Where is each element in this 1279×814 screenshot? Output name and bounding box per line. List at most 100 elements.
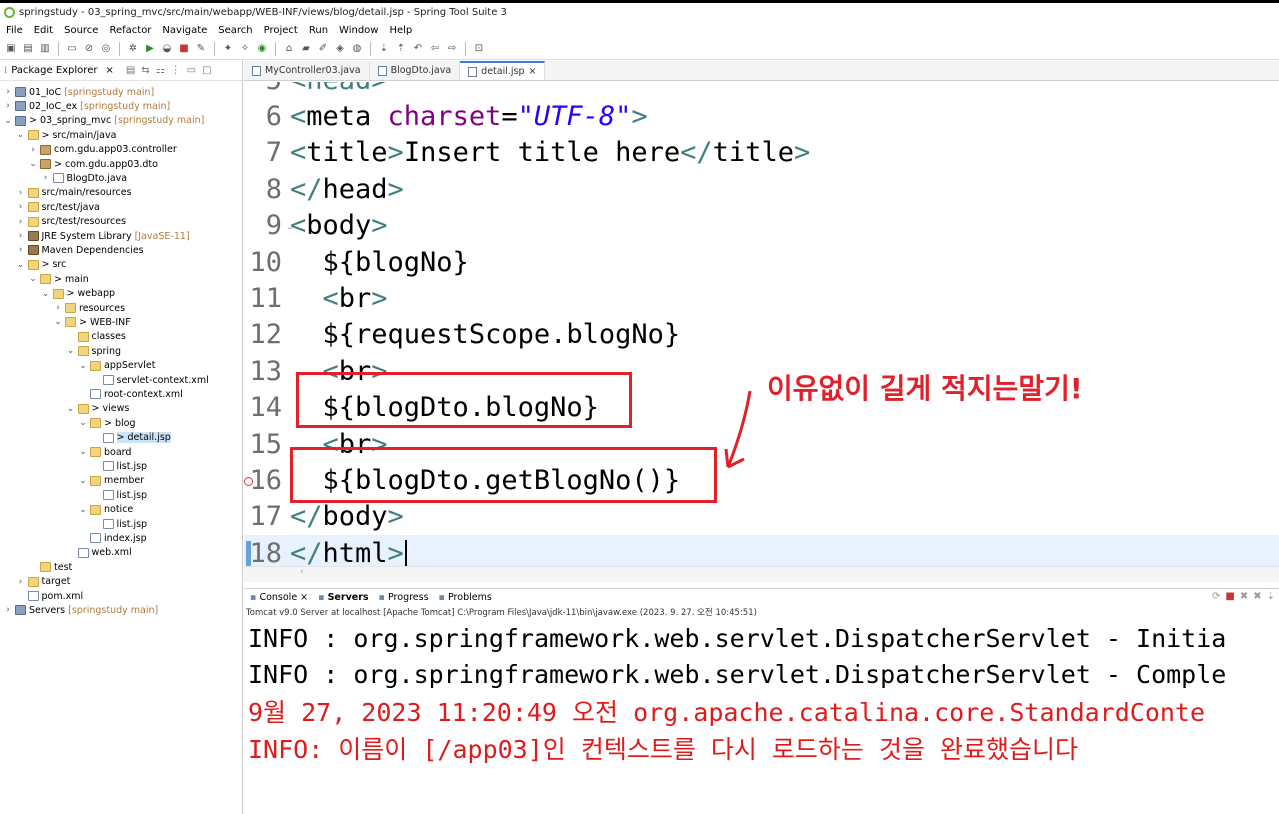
scroll-lock-icon[interactable]: ⇣ xyxy=(1267,591,1275,602)
menu-item-edit[interactable]: Edit xyxy=(34,25,53,36)
link-with-editor-icon[interactable]: ⇆ xyxy=(141,65,149,76)
terminal-icon[interactable]: ▭ xyxy=(65,42,79,56)
focus-icon[interactable]: ⚏ xyxy=(156,65,165,76)
tree-item[interactable]: ⌄ > com.gdu.app03.dto xyxy=(29,157,158,171)
tree-item[interactable]: ⌄ > WEB-INF xyxy=(54,315,130,329)
tree-item[interactable]: › src/main/resources xyxy=(17,186,132,200)
close-icon[interactable]: × xyxy=(105,65,113,76)
stop-icon[interactable]: ■ xyxy=(177,42,191,56)
skip-breakpoints-icon[interactable]: ⊘ xyxy=(82,42,96,56)
tree-item[interactable]: › com.gdu.app03.controller xyxy=(29,143,177,157)
collapsed-chevron-icon[interactable]: › xyxy=(17,231,25,241)
menu-item-file[interactable]: File xyxy=(6,25,23,36)
editor-horizontal-scrollbar[interactable]: ‹ xyxy=(244,566,1279,582)
expanded-chevron-icon[interactable]: ⌄ xyxy=(79,505,87,515)
tree-item[interactable]: ⌄ > main xyxy=(29,272,89,286)
expanded-chevron-icon[interactable]: ⌄ xyxy=(17,130,25,140)
save-all-icon[interactable]: ▥ xyxy=(38,42,52,56)
tree-item[interactable]: list.jsp xyxy=(92,459,147,473)
external-tools-icon[interactable]: ✎ xyxy=(194,42,208,56)
tree-item[interactable]: › 01_IoC [springstudy main] xyxy=(4,85,154,99)
tree-item[interactable]: list.jsp xyxy=(92,488,147,502)
tree-item[interactable]: › resources xyxy=(54,301,125,315)
close-icon[interactable]: × xyxy=(529,66,537,77)
expanded-chevron-icon[interactable]: ⌄ xyxy=(79,447,87,457)
console-tab-servers[interactable]: ▪ Servers xyxy=(318,592,368,603)
collapsed-chevron-icon[interactable]: › xyxy=(29,145,37,155)
tree-item[interactable]: › Servers [springstudy main] xyxy=(4,603,158,617)
save-icon[interactable]: ▤ xyxy=(21,42,35,56)
collapsed-chevron-icon[interactable]: › xyxy=(17,245,25,255)
console-tab-progress[interactable]: ▪ Progress xyxy=(379,592,429,603)
spring-icon[interactable]: ◎ xyxy=(99,42,113,56)
tree-item[interactable]: › JRE System Library [JavaSE-11] xyxy=(17,229,190,243)
new-package-icon[interactable]: ✧ xyxy=(238,42,252,56)
expanded-chevron-icon[interactable]: ⌄ xyxy=(79,418,87,428)
expanded-chevron-icon[interactable]: ⌄ xyxy=(67,346,75,356)
maximize-icon[interactable]: □ xyxy=(202,65,211,76)
annotation-icon[interactable]: ◈ xyxy=(333,42,347,56)
menu-item-run[interactable]: Run xyxy=(309,25,328,36)
collapsed-chevron-icon[interactable]: › xyxy=(4,87,12,97)
remove-all-icon[interactable]: ✖ xyxy=(1253,591,1261,602)
tree-item[interactable]: classes xyxy=(67,330,126,344)
collapsed-chevron-icon[interactable]: › xyxy=(17,188,25,198)
view-menu-icon[interactable]: ⋮ xyxy=(171,65,181,76)
terminate-icon[interactable]: ■ xyxy=(1225,591,1234,602)
expanded-chevron-icon[interactable]: ⌄ xyxy=(79,476,87,486)
expanded-chevron-icon[interactable]: ⌄ xyxy=(42,289,50,299)
new-class-icon[interactable]: ◉ xyxy=(255,42,269,56)
error-marker-icon[interactable] xyxy=(244,476,253,486)
tree-item[interactable]: › Maven Dependencies xyxy=(17,243,144,257)
tree-item[interactable]: ⌄ > src/main/java xyxy=(17,128,117,142)
editor-tab-blogdto-java[interactable]: BlogDto.java xyxy=(370,61,461,80)
code-editor[interactable]: 18 </html> 17 </body> 16 ${blogDto.getBlogNo… xyxy=(244,82,1279,582)
menu-item-project[interactable]: Project xyxy=(264,25,298,36)
search-icon[interactable]: ✐ xyxy=(316,42,330,56)
menu-item-refactor[interactable]: Refactor xyxy=(109,25,151,36)
console-tab-problems[interactable]: ▪ Problems xyxy=(439,592,492,603)
previous-annotation-icon[interactable]: ⇡ xyxy=(394,42,408,56)
tree-item[interactable]: > detail.jsp xyxy=(92,431,171,445)
next-annotation-icon[interactable]: ⇣ xyxy=(377,42,391,56)
tree-item[interactable]: pom.xml xyxy=(17,589,83,603)
collapsed-chevron-icon[interactable]: › xyxy=(42,173,50,183)
menu-item-source[interactable]: Source xyxy=(64,25,98,36)
tree-item[interactable]: root-context.xml xyxy=(79,387,183,401)
tree-item[interactable]: ⌄ > blog xyxy=(79,416,135,430)
pin-editor-icon[interactable]: ⊡ xyxy=(472,42,486,56)
tree-item[interactable]: › src/test/resources xyxy=(17,215,126,229)
back-icon[interactable]: ⇦ xyxy=(428,42,442,56)
collapsed-chevron-icon[interactable]: › xyxy=(4,101,12,111)
collapse-all-icon[interactable]: ▤ xyxy=(126,65,135,76)
forward-icon[interactable]: ⇨ xyxy=(445,42,459,56)
tree-item[interactable]: ⌄ board xyxy=(79,445,131,459)
collapsed-chevron-icon[interactable]: › xyxy=(54,303,62,313)
tree-item[interactable]: ⌄ notice xyxy=(79,503,133,517)
new-java-project-icon[interactable]: ✦ xyxy=(221,42,235,56)
tree-item[interactable]: list.jsp xyxy=(92,517,147,531)
tree-item[interactable]: servlet-context.xml xyxy=(92,373,209,387)
expanded-chevron-icon[interactable]: ⌄ xyxy=(67,404,75,414)
tree-item[interactable]: ⌄ appServlet xyxy=(79,359,155,373)
tree-item[interactable]: ⌄ spring xyxy=(67,344,121,358)
expanded-chevron-icon[interactable]: ⌄ xyxy=(17,260,25,270)
package-explorer-tab[interactable]: ⁞ Package Explorer × ▤ ⇆ ⚏ ⋮ ▭ □ xyxy=(0,61,242,81)
tree-item[interactable]: test xyxy=(29,560,72,574)
tree-item[interactable]: ⌄ > views xyxy=(67,402,130,416)
new-icon[interactable]: ▣ xyxy=(4,42,18,56)
tree-item[interactable]: ⌄ > webapp xyxy=(42,287,115,301)
tree-item[interactable]: ⌄ member xyxy=(79,474,144,488)
tree-item[interactable]: › BlogDto.java xyxy=(42,171,127,185)
editor-tab-mycontroller03-java[interactable]: MyController03.java xyxy=(244,61,370,80)
tree-item[interactable]: web.xml xyxy=(67,546,132,560)
expanded-chevron-icon[interactable]: ⌄ xyxy=(29,274,37,284)
run-icon[interactable]: ▶ xyxy=(143,42,157,56)
menu-item-window[interactable]: Window xyxy=(339,25,378,36)
tree-item[interactable]: index.jsp xyxy=(79,531,147,545)
last-edit-icon[interactable]: ↶ xyxy=(411,42,425,56)
toggle-mark-icon[interactable]: ◍ xyxy=(350,42,364,56)
console-tab-console[interactable]: ▪ Console × xyxy=(250,592,308,603)
editor-tab-detail-jsp[interactable]: detail.jsp × xyxy=(460,61,546,80)
menu-item-navigate[interactable]: Navigate xyxy=(162,25,207,36)
